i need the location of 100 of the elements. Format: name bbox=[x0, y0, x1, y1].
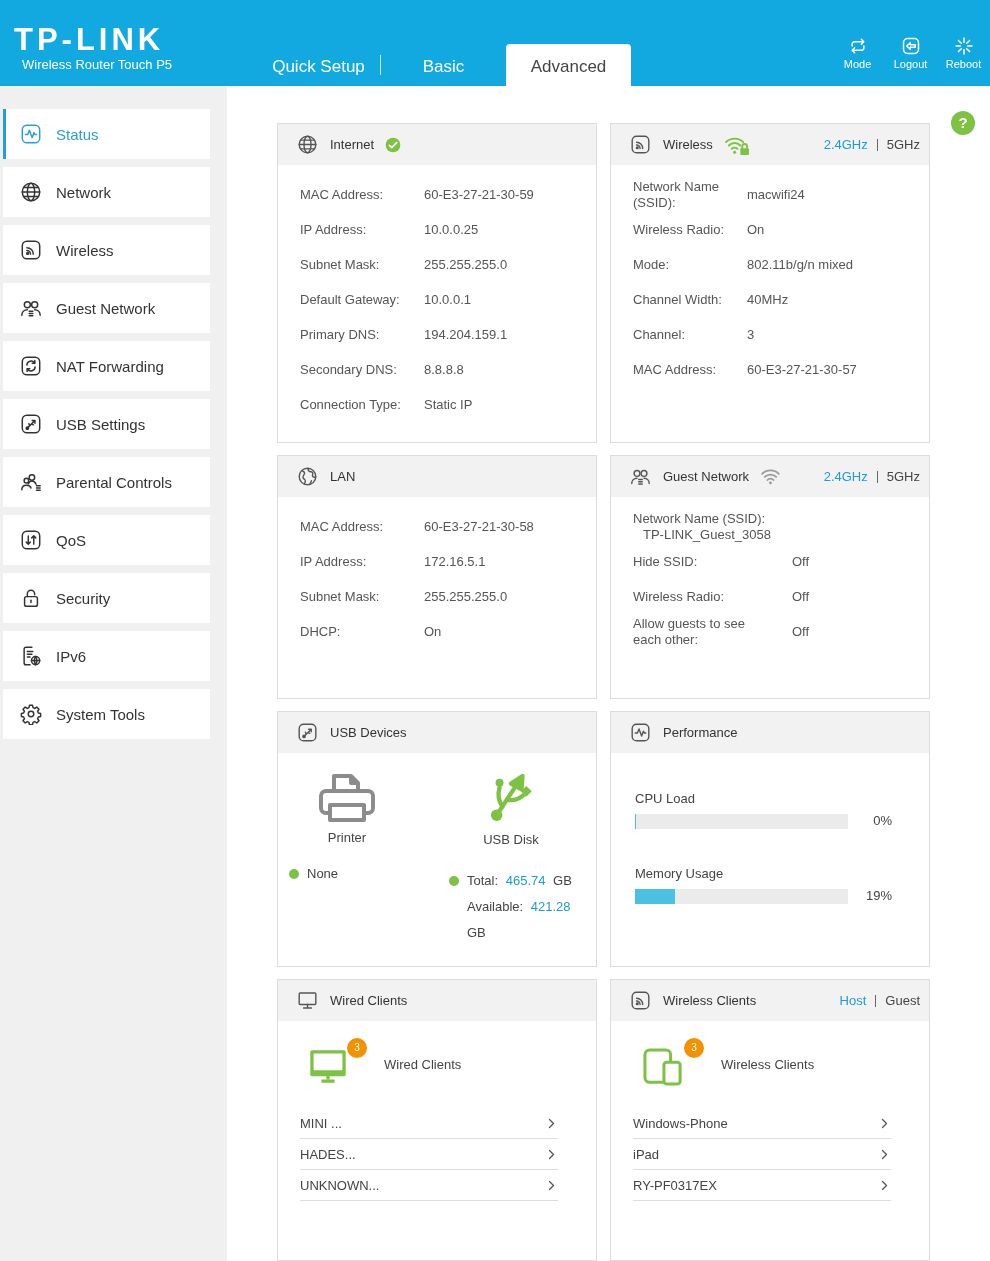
product-name: Wireless Router Touch P5 bbox=[21, 57, 173, 73]
chevron-icon bbox=[548, 1148, 555, 1160]
client-list-item[interactable]: UNKNOWN... bbox=[300, 1170, 558, 1201]
field-value: 40MHz bbox=[747, 291, 789, 308]
client-list-item[interactable]: iPad bbox=[633, 1139, 891, 1170]
disk-total-text: Total: 465.74 GB bbox=[467, 872, 573, 890]
card-title: Performance bbox=[663, 725, 738, 740]
sidebar-item[interactable]: QoS bbox=[3, 515, 210, 565]
chevron-icon bbox=[548, 1117, 555, 1129]
sidebar-item[interactable]: Guest Network bbox=[3, 283, 210, 333]
printer-icon bbox=[318, 773, 376, 823]
client-summary-label: Wired Clients bbox=[384, 1057, 462, 1073]
field-value: macwifi24 bbox=[747, 186, 805, 203]
usb-icon bbox=[20, 413, 42, 435]
chevron-icon bbox=[548, 1179, 555, 1191]
card-title: Guest Network bbox=[663, 469, 749, 484]
client-list-item[interactable]: Windows-Phone bbox=[633, 1108, 891, 1139]
field-value: 194.204.159.1 bbox=[424, 326, 508, 343]
chevron-icon bbox=[881, 1179, 888, 1191]
field-label: Secondary DNS: bbox=[300, 361, 398, 378]
pulse-icon bbox=[20, 123, 42, 145]
sidebar-item[interactable]: Network bbox=[3, 167, 210, 217]
field-label: Wireless Radio: bbox=[633, 221, 726, 238]
field-label: MAC Address: bbox=[633, 361, 718, 378]
meter-label: Memory Usage bbox=[635, 866, 724, 882]
usage-percent: 0% bbox=[872, 813, 892, 829]
sidebar-item[interactable]: Security bbox=[3, 573, 210, 623]
field-label: IP Address: bbox=[300, 553, 368, 570]
field-value: Static IP bbox=[424, 396, 473, 413]
field-label: DHCP: bbox=[300, 623, 342, 640]
client-list-item[interactable]: RY-PF0317EX bbox=[633, 1170, 891, 1201]
field-value: Off bbox=[792, 553, 810, 570]
card-title: Wireless Clients bbox=[663, 993, 757, 1008]
wifi-signal-icon bbox=[630, 990, 651, 1011]
usb-icon bbox=[489, 773, 533, 823]
settings-icon bbox=[20, 703, 42, 725]
sidebar-item[interactable]: USB Settings bbox=[3, 399, 210, 449]
field-value: 255.255.255.0 bbox=[424, 256, 508, 273]
field-label: Network Name (SSID): bbox=[633, 510, 766, 527]
field-label: Wireless Radio: bbox=[633, 588, 726, 605]
brand-logo: TP-LINK bbox=[14, 27, 165, 53]
field-label: IP Address: bbox=[300, 221, 368, 238]
card-title: LAN bbox=[330, 469, 356, 484]
globe-icon bbox=[297, 466, 318, 487]
circular-arrows-icon bbox=[20, 355, 42, 377]
field-value: 172.16.5.1 bbox=[424, 553, 486, 570]
usb-icon bbox=[297, 722, 318, 743]
count-badge: 3 bbox=[684, 1038, 704, 1058]
sidebar-item[interactable]: Parental Controls bbox=[3, 457, 210, 507]
band-toggle[interactable]: 5GHz bbox=[886, 469, 920, 484]
field-value: TP-LINK_Guest_3058 bbox=[642, 526, 771, 543]
usage-percent: 19% bbox=[864, 888, 892, 904]
field-value: 8.8.8.8 bbox=[424, 361, 464, 378]
field-value: 802.11b/g/n mixed bbox=[747, 256, 853, 273]
sidebar-item[interactable]: Wireless bbox=[3, 225, 210, 275]
logout-icon bbox=[900, 36, 921, 56]
device-label: Printer bbox=[327, 830, 367, 846]
field-value: Off bbox=[792, 588, 810, 605]
field-label: Channel: bbox=[633, 326, 687, 343]
client-list-item[interactable]: HADES... bbox=[300, 1139, 558, 1170]
field-label: MAC Address: bbox=[300, 186, 385, 203]
field-label: Channel Width: bbox=[633, 291, 723, 308]
client-list-item[interactable]: MINI ... bbox=[300, 1108, 558, 1139]
field-label: Primary DNS: bbox=[300, 326, 381, 343]
field-value: 60-E3-27-21-30-58 bbox=[424, 518, 534, 535]
document-globe-icon bbox=[20, 645, 42, 667]
field-label: Subnet Mask: bbox=[300, 588, 381, 605]
count-badge: 3 bbox=[347, 1038, 367, 1058]
field-value: 10.0.0.1 bbox=[424, 291, 471, 308]
sidebar-item[interactable]: IPv6 bbox=[3, 631, 210, 681]
card-title: USB Devices bbox=[330, 725, 407, 740]
tablet-phone-icon bbox=[643, 1048, 683, 1086]
field-value: 255.255.255.0 bbox=[424, 588, 508, 605]
spinner-icon bbox=[953, 36, 974, 56]
field-label: Mode: bbox=[633, 256, 671, 273]
card-title: Internet bbox=[330, 137, 375, 152]
field-value: 60-E3-27-21-30-57 bbox=[747, 361, 857, 378]
chevron-icon bbox=[881, 1148, 888, 1160]
band-toggle[interactable]: 5GHz bbox=[886, 137, 920, 152]
field-label: MAC Address: bbox=[300, 518, 385, 535]
field-value: On bbox=[424, 623, 442, 640]
field-label: Default Gateway: bbox=[300, 291, 401, 308]
sidebar-item[interactable]: NAT Forwarding bbox=[3, 341, 210, 391]
field-value: On bbox=[747, 221, 765, 238]
chevron-icon bbox=[881, 1117, 888, 1129]
disk-available-text: Available: 421.28 GB bbox=[467, 898, 572, 942]
client-view-toggle[interactable]: Guest bbox=[885, 993, 920, 1008]
card-title: Wireless bbox=[663, 137, 713, 152]
client-summary-label: Wireless Clients bbox=[721, 1057, 815, 1073]
sidebar-item[interactable]: System Tools bbox=[3, 689, 210, 739]
field-label: Connection Type: bbox=[300, 396, 402, 413]
pulse-icon bbox=[630, 722, 651, 743]
up-down-arrows-icon bbox=[20, 529, 42, 551]
field-value: Off bbox=[792, 623, 810, 640]
field-label: Allow guests to see each other: bbox=[633, 615, 746, 648]
nav-tab[interactable]: Advanced bbox=[506, 44, 631, 86]
monitor-icon bbox=[297, 990, 318, 1011]
device-status: None bbox=[307, 866, 339, 882]
field-label: Hide SSID: bbox=[633, 553, 699, 570]
meter-label: CPU Load bbox=[635, 791, 695, 807]
